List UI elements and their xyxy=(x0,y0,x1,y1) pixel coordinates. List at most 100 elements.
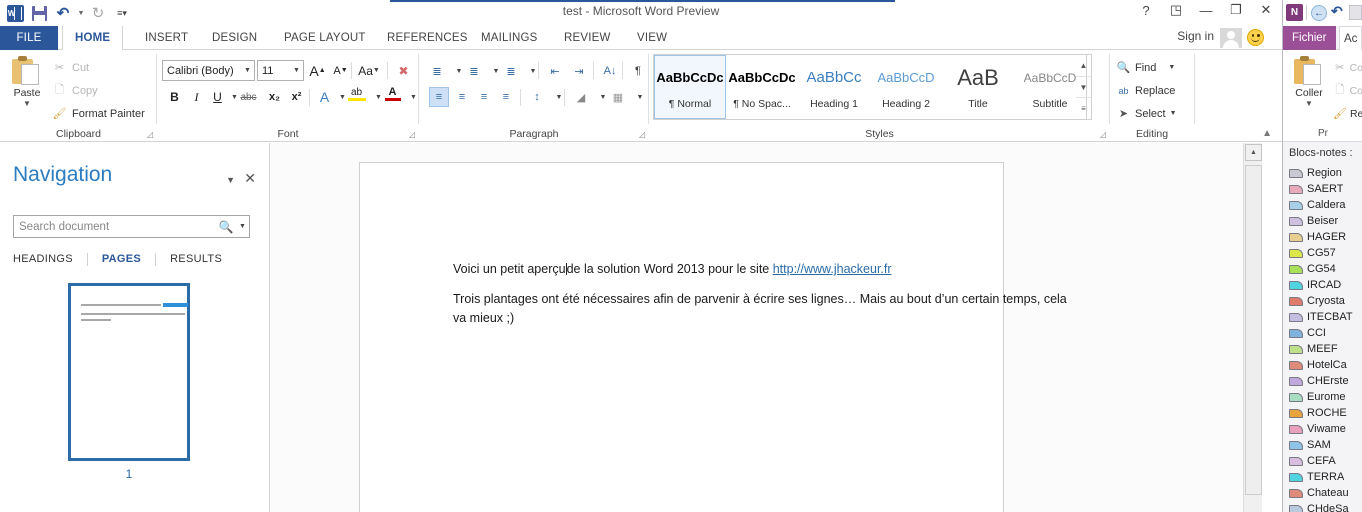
scrollbar-thumb[interactable] xyxy=(1245,165,1262,495)
onenote-notebook-item[interactable]: HotelCa xyxy=(1283,357,1362,373)
subscript-button[interactable]: x₂ xyxy=(265,87,284,107)
nav-tab-results[interactable]: RESULTS xyxy=(156,253,236,266)
navigation-pane-close-icon[interactable]: ✕ xyxy=(244,170,256,187)
replace-button[interactable]: ab Replace xyxy=(1116,83,1175,98)
onenote-undo-icon[interactable]: ↶ xyxy=(1331,3,1343,20)
nav-tab-headings[interactable]: HEADINGS xyxy=(13,253,87,266)
ribbon-display-options-button[interactable]: ◳ xyxy=(1168,2,1184,18)
smiley-feedback-icon[interactable] xyxy=(1247,29,1264,46)
onenote-paste-button[interactable]: Coller ▼ xyxy=(1289,56,1329,108)
line-spacing-dropdown-icon[interactable]: ▼ xyxy=(549,87,569,107)
strikethrough-button[interactable]: abc xyxy=(239,87,258,107)
nav-tab-pages[interactable]: PAGES xyxy=(88,253,155,266)
avatar[interactable] xyxy=(1220,28,1242,49)
style-item-title[interactable]: AaB Title xyxy=(942,55,1014,119)
tab-design[interactable]: DESIGN xyxy=(200,26,269,50)
styles-more-icon[interactable]: ≡ xyxy=(1076,98,1091,119)
onenote-notebook-item[interactable]: ROCHE xyxy=(1283,405,1362,421)
onenote-notebook-item[interactable]: CG57 xyxy=(1283,245,1362,261)
onenote-window[interactable]: N ← ↶ Fichier Ac Coller ▼ ✂ Co 🗋 Co 🖌 R … xyxy=(1282,0,1362,512)
onenote-notebook-item[interactable]: Beiser xyxy=(1283,213,1362,229)
multilevel-dropdown-icon[interactable]: ▼ xyxy=(523,61,543,81)
tab-home[interactable]: HOME xyxy=(62,26,124,51)
onenote-notebook-item[interactable]: Eurome xyxy=(1283,389,1362,405)
onenote-notebook-item[interactable]: TERRA xyxy=(1283,469,1362,485)
justify-button[interactable]: ≡ xyxy=(496,87,516,107)
minimize-button[interactable]: — xyxy=(1198,3,1214,18)
cut-button[interactable]: ✂ Cut xyxy=(52,60,89,75)
navigation-pane-options-icon[interactable]: ▼ xyxy=(226,175,235,185)
onenote-cut-button[interactable]: ✂ Co xyxy=(1333,60,1362,75)
document-paragraph-1[interactable]: Voici un petit aperçude la solution Word… xyxy=(453,260,973,279)
sort-icon[interactable]: A↓ xyxy=(600,61,620,81)
align-left-button[interactable]: ≡ xyxy=(429,87,449,107)
styles-dialog-launcher[interactable]: ◿ xyxy=(1100,130,1106,139)
multilevel-list-icon[interactable]: ≣ xyxy=(501,61,521,81)
clear-formatting-icon[interactable]: ✖ xyxy=(393,60,414,81)
onenote-notebook-item[interactable]: Cryosta xyxy=(1283,293,1362,309)
document-page[interactable]: Voici un petit aperçude la solution Word… xyxy=(359,162,1067,512)
paste-dropdown-icon[interactable]: ▼ xyxy=(8,99,46,108)
onenote-copy-button[interactable]: 🗋 Co xyxy=(1333,83,1362,98)
tab-insert[interactable]: INSERT xyxy=(133,26,200,50)
bullets-icon[interactable]: ≣ xyxy=(427,61,447,81)
copy-button[interactable]: 🗋 Copy xyxy=(52,83,98,98)
font-dialog-launcher[interactable]: ◿ xyxy=(409,130,415,139)
tab-file[interactable]: FILE xyxy=(0,26,58,50)
line-spacing-icon[interactable]: ↕ xyxy=(527,87,547,107)
align-center-button[interactable]: ≡ xyxy=(452,87,472,107)
search-input[interactable] xyxy=(14,220,216,233)
onenote-notebook-item[interactable]: HAGER xyxy=(1283,229,1362,245)
numbering-icon[interactable]: ≣ xyxy=(464,61,484,81)
superscript-button[interactable]: x² xyxy=(287,87,306,107)
search-icon[interactable]: 🔍 xyxy=(216,220,236,234)
highlight-icon[interactable]: ab xyxy=(347,84,366,104)
tab-view[interactable]: VIEW xyxy=(625,26,679,50)
onenote-notebook-item[interactable]: Viwame xyxy=(1283,421,1362,437)
sign-in-button[interactable]: Sign in xyxy=(1177,29,1214,43)
document-hyperlink[interactable]: http://www.jhackeur.fr xyxy=(773,262,892,276)
onenote-notebook-item[interactable]: CG54 xyxy=(1283,261,1362,277)
vertical-scrollbar[interactable]: ▲ xyxy=(1243,143,1262,512)
grow-font-icon[interactable]: A ▲ xyxy=(307,60,328,81)
clipboard-dialog-launcher[interactable]: ◿ xyxy=(147,130,153,139)
select-button[interactable]: ➤ Select ▼ xyxy=(1116,106,1177,121)
select-dropdown-icon[interactable]: ▼ xyxy=(1170,110,1177,117)
borders-dropdown-icon[interactable]: ▼ xyxy=(630,87,650,107)
font-size-input[interactable]: 11 ▼ xyxy=(257,60,304,81)
align-right-button[interactable]: ≡ xyxy=(474,87,494,107)
shading-icon[interactable]: ◢ xyxy=(571,87,591,107)
onenote-notebook-item[interactable]: SAM xyxy=(1283,437,1362,453)
onenote-notebook-item[interactable]: Chateau xyxy=(1283,485,1362,501)
onenote-tab-fichier[interactable]: Fichier xyxy=(1283,26,1336,50)
tab-mailings[interactable]: MAILINGS xyxy=(469,26,550,50)
onenote-notebook-item[interactable]: CEFA xyxy=(1283,453,1362,469)
text-effects-icon[interactable]: A xyxy=(315,87,334,107)
style-item-no-spac[interactable]: AaBbCcDc ¶ No Spac... xyxy=(726,55,798,119)
style-item-heading-2[interactable]: AaBbCcD Heading 2 xyxy=(870,55,942,119)
onenote-notebook-item[interactable]: MEEF xyxy=(1283,341,1362,357)
borders-icon[interactable]: ▦ xyxy=(608,87,628,107)
onenote-notebook-item[interactable]: SAERT xyxy=(1283,181,1362,197)
bold-button[interactable]: B xyxy=(165,87,184,107)
onenote-notebook-item[interactable]: CCI xyxy=(1283,325,1362,341)
tab-references[interactable]: REFERENCES xyxy=(375,26,480,50)
show-formatting-marks-icon[interactable]: ¶ xyxy=(628,61,648,81)
styles-scroll-down-icon[interactable]: ▼ xyxy=(1076,77,1091,99)
increase-indent-icon[interactable]: ⇥ xyxy=(569,61,589,81)
onenote-notebook-item[interactable]: Region xyxy=(1283,165,1362,181)
onenote-notebook-item[interactable]: ITECBAT xyxy=(1283,309,1362,325)
italic-button[interactable]: I xyxy=(187,87,206,107)
onenote-notebook-item[interactable]: CHErste xyxy=(1283,373,1362,389)
onenote-notebook-item[interactable]: IRCAD xyxy=(1283,277,1362,293)
onenote-back-icon[interactable]: ← xyxy=(1311,5,1327,21)
shrink-font-icon[interactable]: A ▼ xyxy=(330,60,351,81)
find-button[interactable]: 🔍 Find ▼ xyxy=(1116,60,1176,75)
tab-review[interactable]: REVIEW xyxy=(552,26,623,50)
page-thumbnail[interactable] xyxy=(68,283,190,461)
paste-button[interactable]: Paste ▼ xyxy=(8,56,46,108)
collapse-ribbon-icon[interactable]: ▲ xyxy=(1262,128,1272,139)
decrease-indent-icon[interactable]: ⇤ xyxy=(545,61,565,81)
find-dropdown-icon[interactable]: ▼ xyxy=(1168,64,1175,71)
onenote-format-painter-button[interactable]: 🖌 Re xyxy=(1333,106,1362,121)
